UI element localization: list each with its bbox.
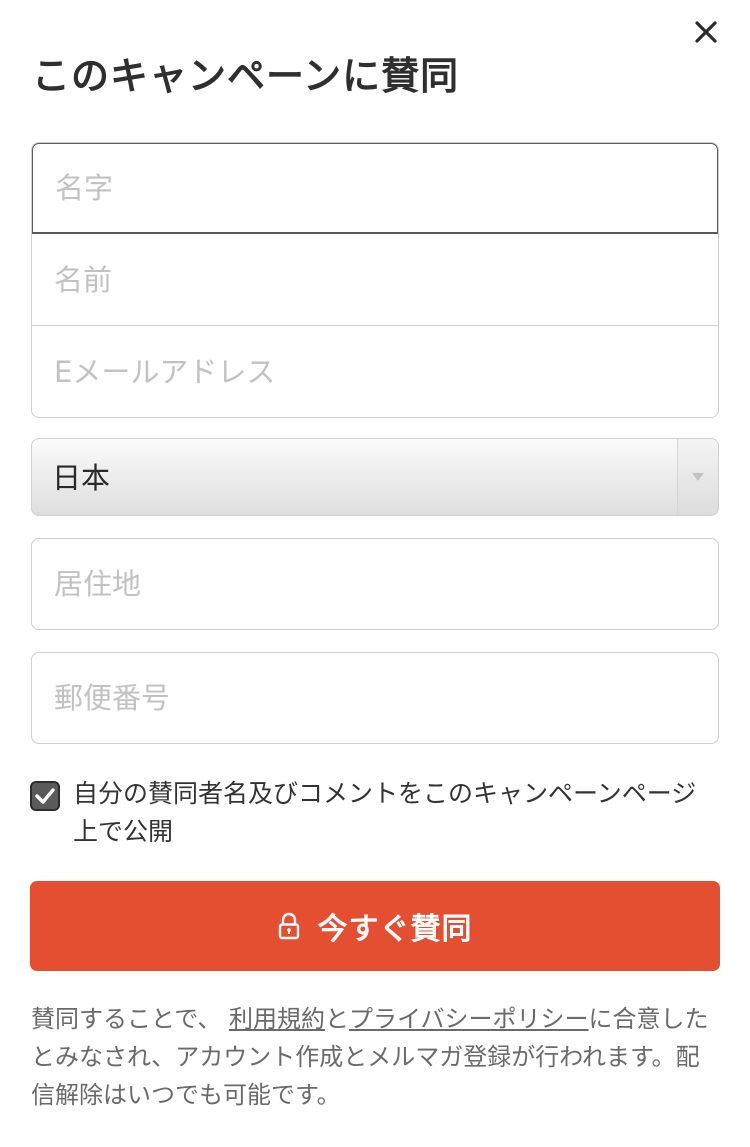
close-icon (695, 21, 717, 43)
consent-checkbox[interactable] (30, 781, 60, 811)
sign-now-button[interactable]: 今すぐ賛同 (30, 881, 720, 971)
country-select[interactable]: 日本 (31, 438, 719, 516)
first-name-input[interactable] (32, 234, 718, 326)
sign-now-label: 今すぐ賛同 (317, 912, 473, 947)
name-email-field-group (31, 142, 719, 418)
checkmark-icon (35, 788, 55, 804)
legal-conjunction: と (324, 1005, 349, 1033)
privacy-policy-link[interactable]: プライバシーポリシー (349, 1005, 589, 1033)
residence-input[interactable] (31, 538, 719, 630)
triangle-down-icon (692, 473, 704, 481)
postal-code-input[interactable] (31, 652, 719, 744)
terms-link[interactable]: 利用規約 (229, 1005, 325, 1033)
lock-icon (278, 912, 299, 940)
email-input[interactable] (32, 326, 718, 417)
select-arrow-box (677, 439, 718, 515)
consent-label: 自分の賛同者名及びコメントをこのキャンペーンページ上で公開 (73, 779, 697, 846)
dialog-title: このキャンペーンに賛同 (32, 54, 460, 98)
close-button[interactable] (688, 14, 724, 50)
last-name-input[interactable] (32, 143, 718, 234)
legal-prefix: 賛同することで、 (31, 1005, 222, 1033)
country-select-value: 日本 (52, 461, 111, 495)
legal-notice: 賛同することで、 利用規約とプライバシーポリシーに合意したとみなされ、アカウント… (31, 1000, 721, 1114)
